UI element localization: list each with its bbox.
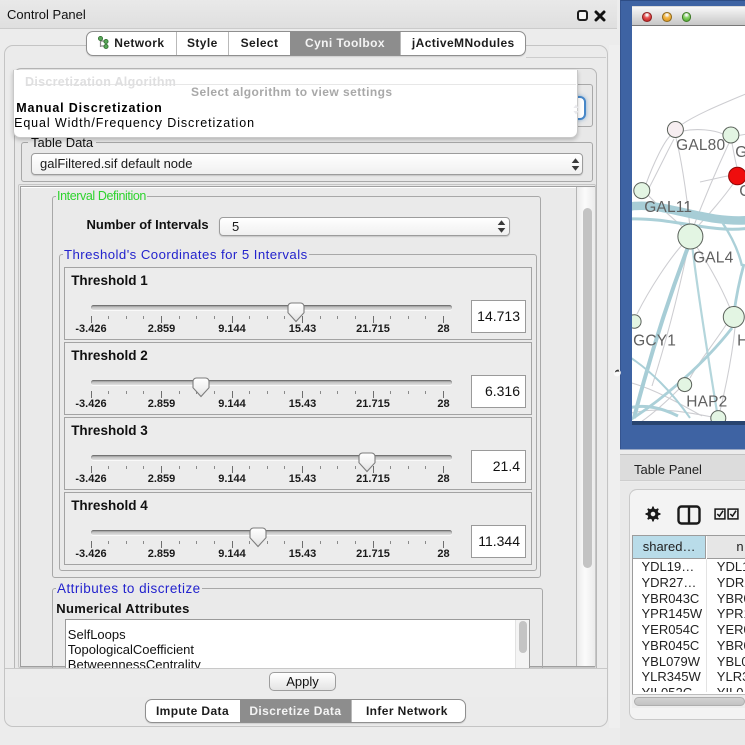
svg-text:HA: HA	[737, 333, 745, 350]
svg-text:GAL80: GAL80	[676, 137, 725, 154]
svg-text:HAP2: HAP2	[686, 394, 727, 411]
svg-text:CD: CD	[739, 183, 745, 200]
svg-text:GCY1: GCY1	[633, 333, 676, 350]
svg-text:GAL4: GAL4	[693, 250, 734, 267]
svg-text:GAL1: GAL1	[735, 144, 745, 161]
svg-text:GAL11: GAL11	[644, 199, 692, 216]
